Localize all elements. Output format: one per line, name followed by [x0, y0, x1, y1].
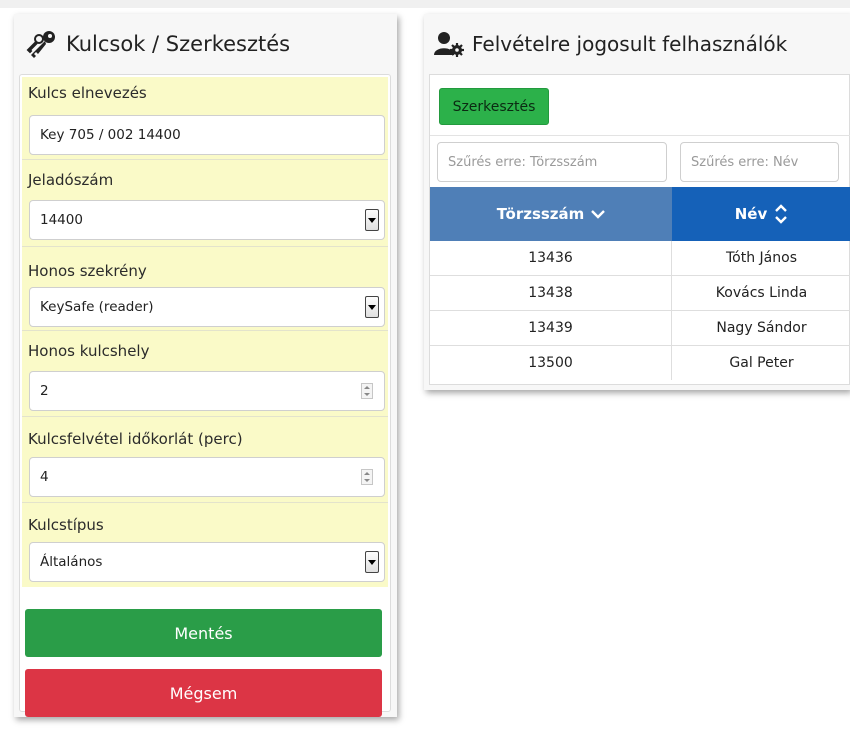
chevron-down-icon[interactable]: [365, 296, 379, 318]
home-cabinet-label: Honos szekrény: [28, 262, 147, 280]
table-row[interactable]: 13500 Gal Peter: [430, 346, 850, 381]
home-slot-value: 2: [40, 383, 49, 399]
key-name-value: Key 705 / 002 14400: [40, 127, 181, 143]
pickup-time-limit-input[interactable]: 4: [29, 457, 385, 497]
cancel-button[interactable]: Mégsem: [25, 669, 382, 717]
key-name-input[interactable]: Key 705 / 002 14400: [29, 115, 385, 155]
cell-name: Gal Peter: [729, 355, 794, 371]
cell-name: Kovács Linda: [715, 285, 808, 301]
cell-id: 13438: [430, 276, 672, 310]
user-gear-icon: [434, 29, 464, 59]
users-card-title: Felvételre jogosult felhasználók: [472, 32, 788, 56]
cell-id: 13439: [430, 311, 672, 345]
filter-row: Szűrés erre: Törzsszám Szűrés erre: Név: [430, 135, 850, 189]
keys-card-header: Kulcsok / Szerkesztés: [14, 14, 397, 74]
users-card-header: Felvételre jogosult felhasználók: [424, 14, 850, 74]
home-slot-label: Honos kulcshely: [28, 342, 150, 360]
column-header-id-label: Törzsszám: [496, 205, 585, 223]
column-header-name-label: Név: [734, 205, 768, 223]
chevron-down-icon[interactable]: [365, 551, 379, 573]
cell-name: Tóth János: [726, 250, 797, 266]
sort-unsorted-icon: [774, 203, 788, 225]
users-table-panel: Szerkesztés Szűrés erre: Törzsszám Szűré…: [429, 74, 850, 385]
field-key-name: Kulcs elnevezés Key 705 / 002 14400: [22, 77, 388, 160]
field-key-type: Kulcstípus Általános: [22, 503, 388, 587]
cell-name: Nagy Sándor: [716, 320, 807, 336]
column-header-name[interactable]: Név: [672, 187, 850, 241]
spinner-icon[interactable]: [361, 383, 373, 399]
keys-edit-card: Kulcsok / Szerkesztés Kulcs elnevezés Ke…: [14, 14, 397, 717]
keys-icon: [24, 28, 60, 60]
transmitter-number-select[interactable]: 14400: [29, 200, 385, 240]
home-slot-input[interactable]: 2: [29, 371, 385, 411]
key-type-value: Általános: [40, 554, 103, 570]
table-row[interactable]: 13439 Nagy Sándor: [430, 311, 850, 346]
key-type-select[interactable]: Általános: [29, 542, 385, 582]
key-name-label: Kulcs elnevezés: [28, 84, 147, 102]
key-type-label: Kulcstípus: [28, 516, 104, 534]
field-pickup-time-limit: Kulcsfelvétel időkorlát (perc) 4: [22, 417, 388, 503]
pickup-time-limit-label: Kulcsfelvétel időkorlát (perc): [28, 430, 243, 448]
top-strip: [0, 0, 850, 8]
column-header-id[interactable]: Törzsszám: [430, 187, 672, 241]
pickup-time-limit-value: 4: [40, 469, 49, 485]
home-cabinet-value: KeySafe (reader): [40, 299, 154, 315]
filter-id-input[interactable]: Szűrés erre: Törzsszám: [437, 142, 667, 182]
cell-id: 13500: [430, 346, 672, 380]
spinner-icon[interactable]: [361, 469, 373, 485]
field-home-cabinet: Honos szekrény KeySafe (reader): [22, 247, 388, 331]
chevron-down-icon[interactable]: [365, 209, 379, 231]
filter-name-input[interactable]: Szűrés erre: Név: [680, 142, 839, 182]
sort-descending-icon: [591, 209, 606, 219]
cell-id: 13436: [430, 241, 672, 275]
transmitter-number-label: Jeladószám: [28, 171, 114, 189]
save-button[interactable]: Mentés: [25, 609, 382, 657]
table-row[interactable]: 13438 Kovács Linda: [430, 276, 850, 311]
field-transmitter-number: Jeladószám 14400: [22, 160, 388, 247]
table-row[interactable]: 13436 Tóth János: [430, 241, 850, 276]
authorized-users-card: Felvételre jogosult felhasználók Szerkes…: [424, 14, 850, 390]
edit-button[interactable]: Szerkesztés: [439, 88, 549, 125]
transmitter-number-value: 14400: [40, 212, 83, 228]
field-home-slot: Honos kulcshely 2: [22, 331, 388, 417]
keys-card-title: Kulcsok / Szerkesztés: [66, 32, 291, 56]
home-cabinet-select[interactable]: KeySafe (reader): [29, 287, 385, 327]
